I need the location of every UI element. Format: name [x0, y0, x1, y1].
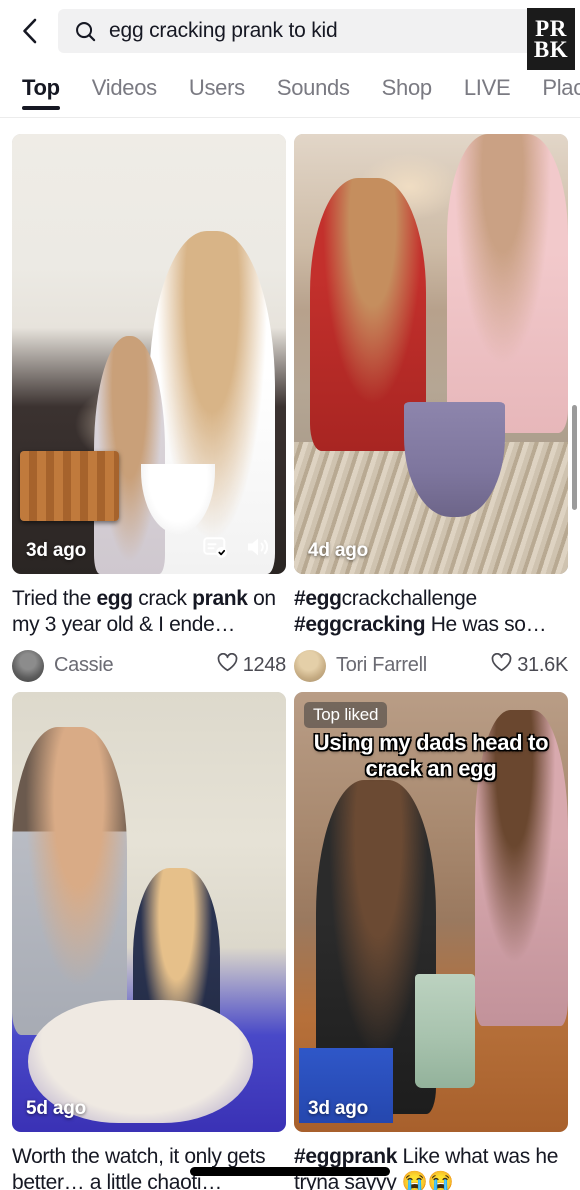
caption-highlight: #egg — [294, 587, 342, 610]
tabs-divider — [0, 117, 580, 118]
video-thumbnail[interactable]: 3d ago — [12, 134, 286, 574]
caption-text: crack — [132, 587, 193, 610]
thumbnail-icons — [203, 535, 272, 564]
video-card[interactable]: 3d ago Tried the egg crack prank on my 3… — [12, 134, 286, 682]
volume-on-icon[interactable] — [245, 535, 272, 564]
timestamp-badge: 3d ago — [308, 1098, 369, 1119]
vertical-scrollbar[interactable] — [572, 405, 577, 510]
timestamp-badge: 4d ago — [308, 540, 369, 561]
home-indicator — [190, 1167, 390, 1176]
heart-outline-icon — [491, 653, 512, 678]
chevron-left-icon — [18, 16, 42, 46]
caption-highlight: egg — [96, 587, 133, 610]
avatar[interactable] — [12, 649, 44, 682]
tab-shop[interactable]: Shop — [382, 62, 432, 114]
author-name[interactable]: Cassie — [54, 654, 207, 677]
caption-text: He was so… — [425, 612, 547, 636]
video-card[interactable]: Top liked Using my dads head to crack an… — [294, 692, 568, 1190]
tiktok-search-results-screen: egg cracking prank to kid Top Videos Users… — [0, 0, 580, 1190]
video-meta: Cassie 1248 — [12, 649, 286, 682]
caption-highlight: #eggcracking — [294, 612, 426, 636]
like-count: 1248 — [217, 653, 286, 678]
top-liked-badge: Top liked — [304, 702, 388, 728]
back-button[interactable] — [10, 9, 50, 53]
video-thumbnail[interactable]: 4d ago — [294, 134, 568, 574]
like-count-value: 31.6K — [517, 654, 568, 677]
video-thumbnail[interactable]: 5d ago — [12, 692, 286, 1132]
captions-check-icon — [203, 535, 229, 564]
search-icon — [74, 20, 97, 43]
tab-live[interactable]: LIVE — [464, 62, 511, 114]
tab-users[interactable]: Users — [189, 62, 245, 114]
thumbnail-image — [12, 134, 286, 574]
caption-highlight: #eggprank — [294, 1145, 398, 1168]
caption-highlight: prank — [192, 587, 248, 610]
like-count: 31.6K — [491, 653, 568, 678]
tab-sounds[interactable]: Sounds — [277, 62, 350, 114]
search-results-grid: 3d ago Tried the egg crack prank on my 3… — [0, 122, 580, 1190]
results-tabs: TopVideosUsersSoundsShopLIVEPlaces — [0, 62, 580, 118]
timestamp-badge: 5d ago — [26, 1098, 87, 1119]
watermark-line-2: BK — [533, 37, 569, 62]
watermark-line-1: PR — [535, 15, 567, 41]
tab-top[interactable]: Top — [22, 62, 60, 114]
tab-videos[interactable]: Videos — [92, 62, 157, 114]
like-count-value: 1248 — [242, 654, 287, 677]
avatar[interactable] — [294, 649, 326, 682]
timestamp-badge: 3d ago — [26, 540, 87, 561]
video-thumbnail[interactable]: Top liked Using my dads head to crack an… — [294, 692, 568, 1132]
video-caption: #eggcrackchallenge #eggcracking He was s… — [294, 586, 568, 638]
author-name[interactable]: Tori Farrell — [336, 654, 481, 677]
heart-outline-icon — [217, 653, 238, 678]
video-card[interactable]: 4d ago #eggcrackchallenge #eggcracking H… — [294, 134, 568, 682]
caption-text: Tried the — [12, 587, 97, 610]
video-overlay-caption: Using my dads head to crack an egg — [313, 730, 549, 781]
search-input[interactable]: egg cracking prank to kid — [58, 9, 566, 53]
search-input-value: egg cracking prank to kid — [109, 19, 338, 42]
prbk-watermark: PR BK — [527, 8, 575, 70]
video-meta: Tori Farrell 31.6K — [294, 649, 568, 682]
thumbnail-image — [294, 134, 568, 574]
thumbnail-image — [12, 692, 286, 1132]
caption-text: crackchallenge — [341, 587, 478, 610]
video-card[interactable]: 5d ago Worth the watch, it only gets bet… — [12, 692, 286, 1190]
search-header: egg cracking prank to kid — [0, 0, 580, 62]
video-caption: Tried the egg crack prank on my 3 year o… — [12, 586, 286, 638]
